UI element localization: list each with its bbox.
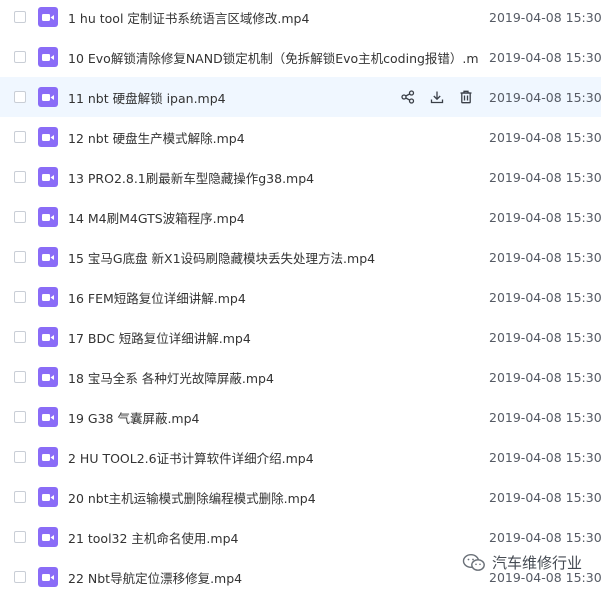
video-file-icon (38, 167, 58, 187)
file-row[interactable]: 15 宝马G底盘 新X1设码刷隐藏模块丢失处理方法.mp4 2019-04-08 … (0, 237, 601, 277)
file-name[interactable]: 14 M4刷M4GTS波箱程序.mp4 (68, 208, 478, 227)
file-date: 2019-04-08 15:30 (489, 369, 601, 385)
file-name[interactable]: 2 HU TOOL2.6证书计算软件详细介绍.mp4 (68, 448, 478, 467)
row-checkbox[interactable] (14, 491, 26, 503)
video-file-icon (38, 567, 58, 587)
row-checkbox[interactable] (14, 411, 26, 423)
row-checkbox[interactable] (14, 171, 26, 183)
file-name[interactable]: 16 FEM短路复位详细讲解.mp4 (68, 288, 478, 307)
video-file-icon (38, 7, 58, 27)
file-name[interactable]: 20 nbt主机运输模式删除编程模式删除.mp4 (68, 488, 478, 507)
wechat-icon (462, 553, 485, 571)
row-checkbox[interactable] (14, 371, 26, 383)
file-date: 2019-04-08 15:30 (489, 529, 601, 545)
row-checkbox[interactable] (14, 251, 26, 263)
file-date: 2019-04-08 15:30 (489, 89, 601, 105)
file-name[interactable]: 19 G38 气囊屏蔽.mp4 (68, 408, 478, 427)
row-checkbox[interactable] (14, 571, 26, 583)
video-file-icon (38, 487, 58, 507)
file-row[interactable]: 14 M4刷M4GTS波箱程序.mp4 2019-04-08 15:30 (0, 197, 601, 237)
file-row[interactable]: 12 nbt 硬盘生产模式解除.mp4 2019-04-08 15:30 (0, 117, 601, 157)
row-checkbox[interactable] (14, 451, 26, 463)
file-name[interactable]: 15 宝马G底盘 新X1设码刷隐藏模块丢失处理方法.mp4 (68, 248, 478, 267)
file-date: 2019-04-08 15:30 (489, 409, 601, 425)
file-row[interactable]: 18 宝马全系 各种灯光故障屏蔽.mp4 2019-04-08 15:30 (0, 357, 601, 397)
row-actions (400, 89, 474, 105)
file-row[interactable]: 11 nbt 硬盘解锁 ipan.mp4 2019-04-08 15:30 (0, 77, 601, 117)
file-date: 2019-04-08 15:30 (489, 249, 601, 265)
download-icon[interactable] (429, 89, 445, 105)
video-file-icon (38, 87, 58, 107)
row-checkbox[interactable] (14, 531, 26, 543)
row-checkbox[interactable] (14, 131, 26, 143)
share-icon[interactable] (400, 89, 416, 105)
video-file-icon (38, 207, 58, 227)
file-name[interactable]: 1 hu tool 定制证书系统语言区域修改.mp4 (68, 8, 478, 27)
file-name[interactable]: 17 BDC 短路复位详细讲解.mp4 (68, 328, 478, 347)
file-list: 1 hu tool 定制证书系统语言区域修改.mp4 2019-04-08 15:… (0, 0, 601, 591)
row-checkbox[interactable] (14, 11, 26, 23)
video-file-icon (38, 287, 58, 307)
video-file-icon (38, 447, 58, 467)
video-file-icon (38, 527, 58, 547)
video-file-icon (38, 247, 58, 267)
row-checkbox[interactable] (14, 291, 26, 303)
file-date: 2019-04-08 15:30 (489, 329, 601, 345)
file-row[interactable]: 10 Evo解锁清除修复NAND锁定机制（免拆解锁Evo主机coding报错）.… (0, 37, 601, 77)
file-date: 2019-04-08 15:30 (489, 449, 601, 465)
video-file-icon (38, 127, 58, 147)
watermark-text: 汽车维修行业 (492, 554, 583, 572)
trash-icon[interactable] (458, 89, 474, 105)
file-name[interactable]: 22 Nbt导航定位漂移修复.mp4 (68, 568, 478, 587)
video-file-icon (38, 367, 58, 387)
row-checkbox[interactable] (14, 51, 26, 63)
file-row[interactable]: 20 nbt主机运输模式删除编程模式删除.mp4 2019-04-08 15:30 (0, 477, 601, 517)
file-name[interactable]: 21 tool32 主机命名使用.mp4 (68, 528, 478, 547)
file-date: 2019-04-08 15:30 (489, 289, 601, 305)
file-name[interactable]: 10 Evo解锁清除修复NAND锁定机制（免拆解锁Evo主机coding报错）.… (68, 48, 478, 67)
file-name[interactable]: 18 宝马全系 各种灯光故障屏蔽.mp4 (68, 368, 478, 387)
file-date: 2019-04-08 15:30 (489, 489, 601, 505)
row-checkbox[interactable] (14, 91, 26, 103)
row-checkbox[interactable] (14, 331, 26, 343)
file-name[interactable]: 13 PRO2.8.1刷最新车型隐藏操作g38.mp4 (68, 168, 478, 187)
file-name[interactable]: 12 nbt 硬盘生产模式解除.mp4 (68, 128, 478, 147)
row-checkbox[interactable] (14, 211, 26, 223)
file-row[interactable]: 2 HU TOOL2.6证书计算软件详细介绍.mp4 2019-04-08 15:… (0, 437, 601, 477)
file-row[interactable]: 13 PRO2.8.1刷最新车型隐藏操作g38.mp4 2019-04-08 15… (0, 157, 601, 197)
file-date: 2019-04-08 15:30 (489, 9, 601, 25)
video-file-icon (38, 47, 58, 67)
file-date: 2019-04-08 15:30 (489, 169, 601, 185)
file-row[interactable]: 17 BDC 短路复位详细讲解.mp4 2019-04-08 15:30 (0, 317, 601, 357)
file-row[interactable]: 21 tool32 主机命名使用.mp4 2019-04-08 15:30 (0, 517, 601, 557)
file-date: 2019-04-08 15:30 (489, 49, 601, 65)
file-row[interactable]: 1 hu tool 定制证书系统语言区域修改.mp4 2019-04-08 15:… (0, 0, 601, 37)
watermark: 汽车维修行业 (462, 552, 582, 573)
video-file-icon (38, 327, 58, 347)
file-date: 2019-04-08 15:30 (489, 209, 601, 225)
file-row[interactable]: 16 FEM短路复位详细讲解.mp4 2019-04-08 15:30 (0, 277, 601, 317)
file-row[interactable]: 19 G38 气囊屏蔽.mp4 2019-04-08 15:30 (0, 397, 601, 437)
file-date: 2019-04-08 15:30 (489, 129, 601, 145)
video-file-icon (38, 407, 58, 427)
